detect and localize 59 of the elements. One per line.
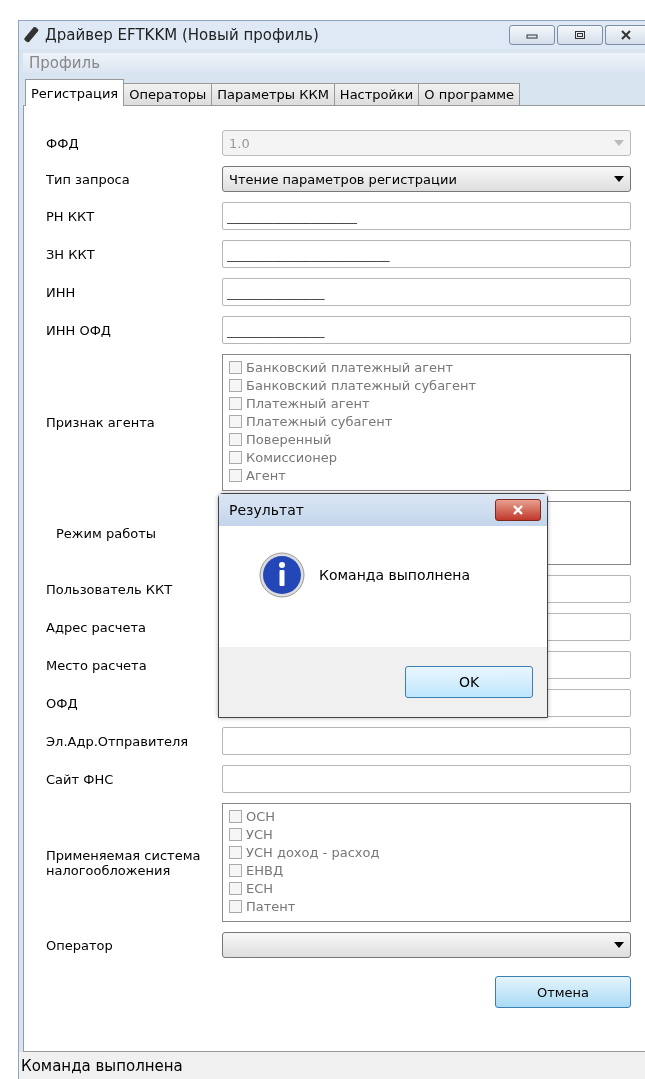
text-field[interactable] bbox=[222, 727, 631, 755]
tab[interactable]: О программе bbox=[418, 83, 520, 105]
field-label: Эл.Адр.Отправителя bbox=[46, 733, 190, 749]
status-text: Команда выполнена bbox=[21, 1057, 183, 1075]
field-label: Тип запроса bbox=[46, 171, 131, 187]
close-icon bbox=[619, 30, 632, 40]
checkbox-label: Комиссионер bbox=[246, 449, 337, 465]
field-label: Место расчета bbox=[46, 657, 148, 673]
checkbox-label: УСН bbox=[246, 826, 273, 842]
checkbox-label: ЕНВД bbox=[246, 862, 284, 878]
field-label: ЗН ККТ bbox=[46, 246, 96, 262]
checkbox-label: Поверенный bbox=[246, 431, 332, 447]
tab[interactable]: Параметры ККМ bbox=[211, 83, 335, 105]
checkbox-label: Банковский платежный агент bbox=[246, 359, 454, 375]
checkbox-label: УСН доход - расход bbox=[246, 844, 380, 860]
text-field[interactable]: _________________________ bbox=[222, 240, 631, 268]
field-label: Режим работы bbox=[55, 525, 157, 541]
tab[interactable]: Настройки bbox=[333, 83, 420, 105]
checkbox-label: ЕСН bbox=[246, 880, 274, 896]
field-label: РН ККТ bbox=[46, 208, 96, 224]
dropdown[interactable]: Чтение параметров регистрации bbox=[222, 166, 631, 192]
dropdown[interactable] bbox=[222, 932, 631, 958]
dialog-message: Команда выполнена bbox=[319, 566, 470, 583]
checkbox-label: Банковский платежный субагент bbox=[246, 377, 476, 393]
cancel-button[interactable]: Отмена bbox=[495, 976, 631, 1008]
field-label: Адрес расчета bbox=[46, 619, 147, 635]
ok-button[interactable]: OK bbox=[405, 666, 533, 698]
close-icon bbox=[512, 505, 524, 515]
window-title: Драйвер EFTKKM (Новый профиль) bbox=[45, 26, 319, 44]
field-label: Применяемая система налогообложения bbox=[46, 847, 202, 878]
checkbox-label: ОСН bbox=[246, 808, 276, 824]
caret-icon bbox=[614, 176, 624, 182]
field-label: ОФД bbox=[46, 695, 79, 711]
info-icon bbox=[259, 551, 305, 598]
checkbox-label: Агент bbox=[246, 467, 286, 483]
caret-icon bbox=[614, 942, 624, 948]
tab[interactable]: Регистрация bbox=[25, 79, 125, 106]
field-label: Пользователь ККТ bbox=[46, 581, 174, 597]
field-label: Оператор bbox=[46, 937, 114, 953]
field-label: Сайт ФНС bbox=[46, 771, 115, 787]
field-label: Признак агента bbox=[46, 415, 156, 430]
checkbox-label: Патент bbox=[246, 898, 296, 914]
minimize-icon bbox=[526, 31, 538, 39]
checkbox-label: Платежный агент bbox=[246, 395, 370, 411]
text-field[interactable]: ____________________ bbox=[222, 202, 631, 230]
dialog-title: Результат bbox=[229, 502, 304, 518]
maximize-button[interactable] bbox=[557, 25, 603, 45]
text-field[interactable] bbox=[222, 765, 631, 793]
field-label: ИНН bbox=[46, 284, 77, 300]
text-field[interactable]: _______________ bbox=[222, 316, 631, 344]
tab[interactable]: Операторы bbox=[123, 83, 213, 105]
text-field[interactable]: _______________ bbox=[222, 278, 631, 306]
close-button[interactable] bbox=[605, 25, 645, 45]
maximize-icon bbox=[574, 30, 586, 40]
caret-icon bbox=[614, 140, 624, 146]
field-label: ФФД bbox=[46, 135, 80, 151]
checkbox-label: Платежный субагент bbox=[246, 413, 393, 429]
field-label: ИНН ОФД bbox=[46, 322, 112, 338]
close-button[interactable] bbox=[495, 499, 541, 521]
